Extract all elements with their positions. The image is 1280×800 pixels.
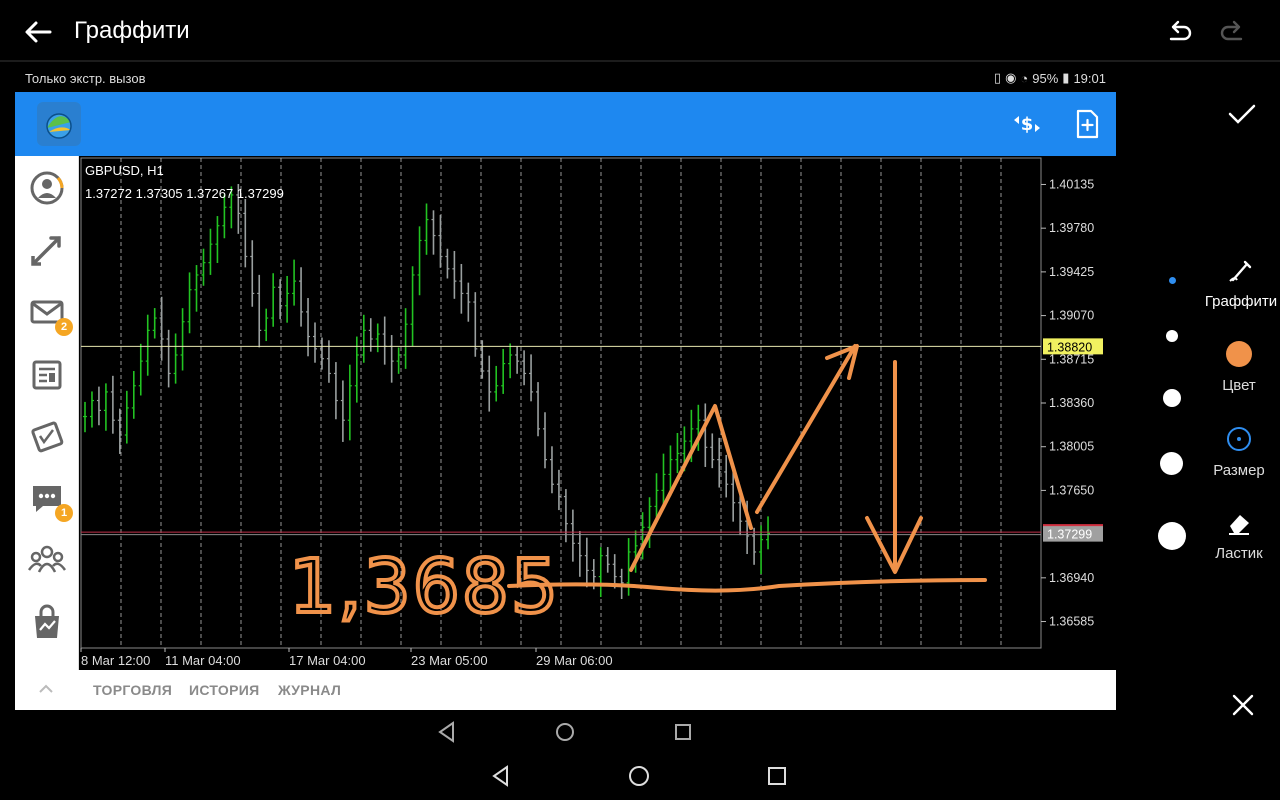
x-tick-label: 8 Mar 12:00 [81,653,150,668]
size-dot-l[interactable] [1160,452,1183,475]
close-icon[interactable] [1226,688,1260,722]
trade-arrows-icon[interactable] [27,230,67,270]
tool-graffiti[interactable]: Граффити [1196,258,1280,310]
bottom-tabs: ТОРГОВЛЯ ИСТОРИЯ ЖУРНАЛ [15,670,1116,710]
eraser-icon [1229,515,1249,535]
status-bar: Только экстр. вызов ▯ ◉ ◔ 95% ▮ 19:01 [15,66,1116,91]
y-tick-label: 1.39780 [1049,221,1094,235]
tool-eraser[interactable]: Ластик [1194,510,1280,562]
tool-size[interactable]: Размер [1194,425,1280,479]
sidebar: 2 1 [15,156,79,670]
y-tick-label: 1.38360 [1049,396,1094,410]
size-dot-s[interactable] [1166,330,1178,342]
battery-percent: 95% [1032,70,1059,86]
x-tick-label: 17 Mar 04:00 [289,653,366,668]
x-tick-label: 23 Mar 05:00 [411,653,488,668]
size-dot-xs[interactable] [1169,277,1176,284]
tool-color-label: Цвет [1222,377,1256,394]
currency-exchange-icon[interactable]: $ [1009,106,1045,142]
svg-text:$: $ [1021,114,1034,135]
y-tick-label: 1.36585 [1049,615,1094,629]
status-icons: ▯ ◉ ◔ 95% ▮ 19:01 [994,70,1106,86]
inner-recents-icon[interactable] [670,719,696,745]
handwritten-price-annotation: 1,3685 [289,544,560,630]
inner-home-icon[interactable] [552,719,578,745]
x-tick-label: 29 Mar 06:00 [536,653,613,668]
calendar-icon[interactable] [27,416,67,456]
undo-icon[interactable] [1162,16,1196,50]
size-dot-m[interactable] [1163,389,1181,407]
metatrader-header: $ [15,92,1116,156]
y-tick-label: 1.38715 [1049,352,1094,366]
tool-graffiti-label: Граффити [1204,293,1278,310]
price-chart[interactable]: 1.38820 1.37299 1.40135 1.39780 1.39425 1.39… [79,156,1116,670]
size-dot-xl[interactable] [1158,522,1186,550]
mail-badge: 2 [55,318,73,336]
chat-item[interactable]: 1 [27,478,73,522]
tool-size-label: Размер [1213,462,1265,479]
battery-icon: ▮ [1062,70,1070,85]
mail-item[interactable]: 2 [27,292,73,336]
chat-badge: 1 [55,504,73,522]
news-icon[interactable] [27,354,67,394]
tool-color[interactable]: Цвет [1194,340,1280,394]
tab-history[interactable]: ИСТОРИЯ [189,682,259,698]
inner-back-icon[interactable] [434,719,460,745]
drawn-support-line [507,578,987,593]
new-document-icon[interactable] [1069,106,1105,142]
chart-ohlc: 1.37272 1.37305 1.37267 1.37299 [85,186,284,201]
y-tick-label: 1.36940 [1049,571,1094,585]
eye-icon: ◉ [1005,70,1017,85]
y-tick-label: 1.39070 [1049,309,1094,323]
confirm-check-icon[interactable] [1224,96,1260,132]
y-tick-label: 1.37650 [1049,483,1094,497]
metatrader-logo-icon[interactable] [37,102,81,146]
home-nav-icon[interactable] [626,763,652,789]
y-tick-label: 1.39425 [1049,265,1094,279]
tab-journal[interactable]: ЖУРНАЛ [278,682,341,698]
current-price-label: 1.37299 [1047,528,1092,542]
drawn-up-arrow [755,344,859,514]
y-tick-label: 1.38005 [1049,440,1094,454]
graffiti-app-bar: Граффити [0,0,1280,62]
clock: 19:01 [1073,70,1106,86]
recents-nav-icon[interactable] [764,763,790,789]
chevron-up-icon[interactable] [35,678,57,700]
pen-icon [1229,260,1252,282]
wifi-icon: ◔ [1020,70,1029,86]
back-nav-icon[interactable] [488,763,514,789]
drawn-down-arrow [865,360,923,574]
y-tick-label: 1.40135 [1049,177,1094,191]
market-bag-icon[interactable] [27,602,67,642]
chart-symbol: GBPUSD, H1 [85,163,164,178]
color-swatch-icon [1226,341,1252,367]
redo-icon[interactable] [1216,16,1250,50]
tool-eraser-label: Ластик [1215,545,1263,562]
tab-trade[interactable]: ТОРГОВЛЯ [93,682,172,698]
chart-canvas: 1.388201.37299 1.401351.397801.394251.39… [80,157,1103,668]
size-target-icon [1227,427,1251,451]
page-title: Граффити [74,17,190,44]
community-icon[interactable] [27,540,67,580]
account-icon[interactable] [27,168,67,208]
x-tick-label: 11 Mar 04:00 [165,653,241,668]
back-arrow-icon[interactable] [20,14,56,50]
carrier-text: Только экстр. вызов [25,71,146,86]
vibrate-icon: ▯ [993,70,1002,85]
